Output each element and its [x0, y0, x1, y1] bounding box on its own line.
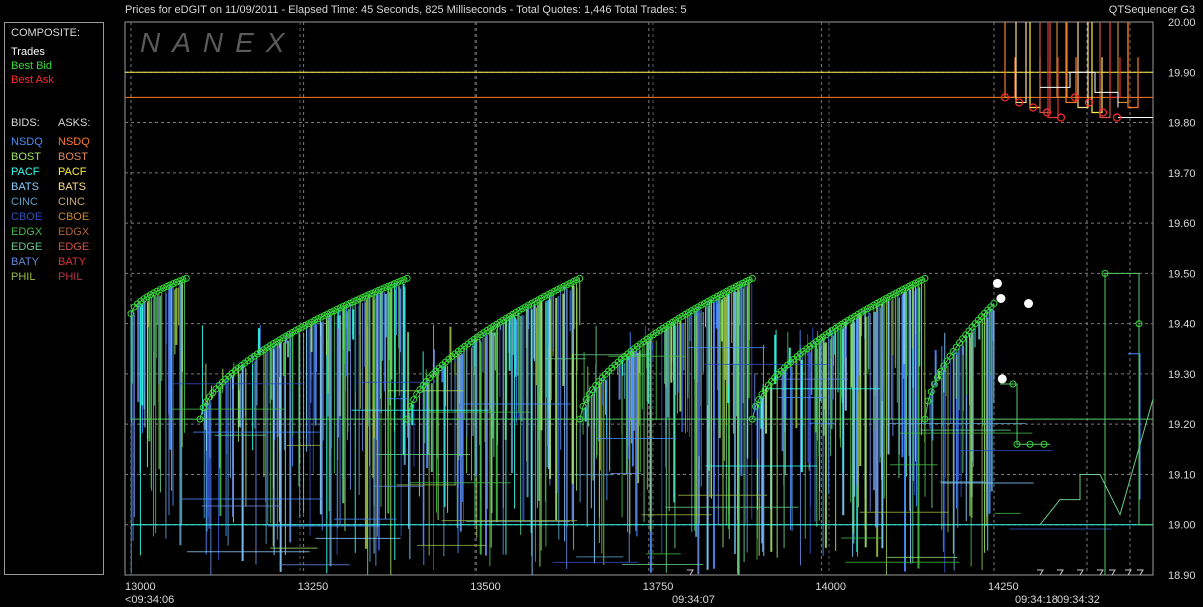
legend-ask-item: CBOE [58, 211, 90, 223]
legend-bid-item: EDGE [11, 241, 43, 253]
legend-ask-item: BATY [58, 256, 86, 268]
legend-bid-item: BOST [11, 151, 41, 163]
legend-ask-item: EDGE [58, 241, 90, 253]
time-label: <09:34:06 [125, 594, 174, 606]
legend-composite-item: Trades [11, 46, 45, 58]
x-tick-label: 13250 [298, 581, 329, 593]
legend-asks-heading: ASKS: [58, 117, 91, 129]
legend-composite-item: Best Bid [11, 60, 52, 72]
x-tick-label: 14250 [988, 581, 1019, 593]
y-tick-label: 19.80 [1168, 118, 1196, 130]
trade-marker [1024, 299, 1034, 309]
legend-ask-item: PHIL [58, 271, 83, 283]
price-chart: NANEX 18.90 19.00 19.10 19.20 19.30 19.40 19.5… [124, 17, 1196, 606]
y-tick-label: 19.20 [1168, 419, 1196, 431]
legend-ask-item: CINC [58, 196, 85, 208]
y-tick-label: 19.00 [1168, 520, 1196, 532]
legend-composite-heading: COMPOSITE: [11, 27, 81, 39]
legend-bid-item: BATS [11, 181, 39, 193]
y-tick-label: 18.90 [1168, 570, 1196, 582]
trade-marker [992, 278, 1002, 288]
time-label: 09:34:18 [1015, 594, 1058, 606]
app-name: QTSequencer G3 [1108, 4, 1195, 16]
header-bar: Prices for eDGIT on 11/09/2011 - Elapsed… [0, 0, 1203, 20]
watermark-text: NANEX [140, 27, 296, 58]
x-tick-label: 13750 [643, 581, 674, 593]
x-tick-label: 13500 [470, 581, 501, 593]
legend-bid-item: PACF [11, 166, 40, 178]
trade-marker [997, 374, 1007, 384]
y-tick-label: 19.50 [1168, 268, 1196, 280]
x-tick-label: 13000 [125, 581, 156, 593]
time-label: 09:34:32 [1057, 594, 1100, 606]
legend-bid-item: EDGX [11, 226, 43, 238]
legend-bids-heading: BIDS: [11, 117, 40, 129]
legend-bid-item: PHIL [11, 271, 36, 283]
legend-composite-item: Best Ask [11, 74, 54, 86]
y-tick-label: 19.70 [1168, 168, 1196, 180]
chart-title: Prices for eDGIT on 11/09/2011 - Elapsed… [125, 4, 687, 16]
y-tick-label: 19.40 [1168, 319, 1196, 331]
y-tick-label: 19.60 [1168, 218, 1196, 230]
legend-ask-item: BOST [58, 151, 88, 163]
legend-ask-item: PACF [58, 166, 87, 178]
legend-bid-item: NSDQ [11, 136, 43, 148]
y-tick-label: 19.90 [1168, 67, 1196, 79]
y-tick-label: 19.30 [1168, 369, 1196, 381]
time-label: 09:34:07 [672, 594, 715, 606]
trade-marker [996, 294, 1006, 303]
y-tick-label: 19.10 [1168, 469, 1196, 481]
x-tick-label: 14000 [815, 581, 846, 593]
legend-bid-item: CBOE [11, 211, 43, 223]
legend-panel: COMPOSITE: Trades Best Bid Best Ask BIDS: ASK… [4, 22, 104, 575]
legend-bid-item: BATY [11, 256, 39, 268]
legend-ask-item: BATS [58, 181, 86, 193]
legend-ask-item: EDGX [58, 226, 90, 238]
legend-bid-item: CINC [11, 196, 38, 208]
legend-ask-item: NSDQ [58, 136, 90, 148]
